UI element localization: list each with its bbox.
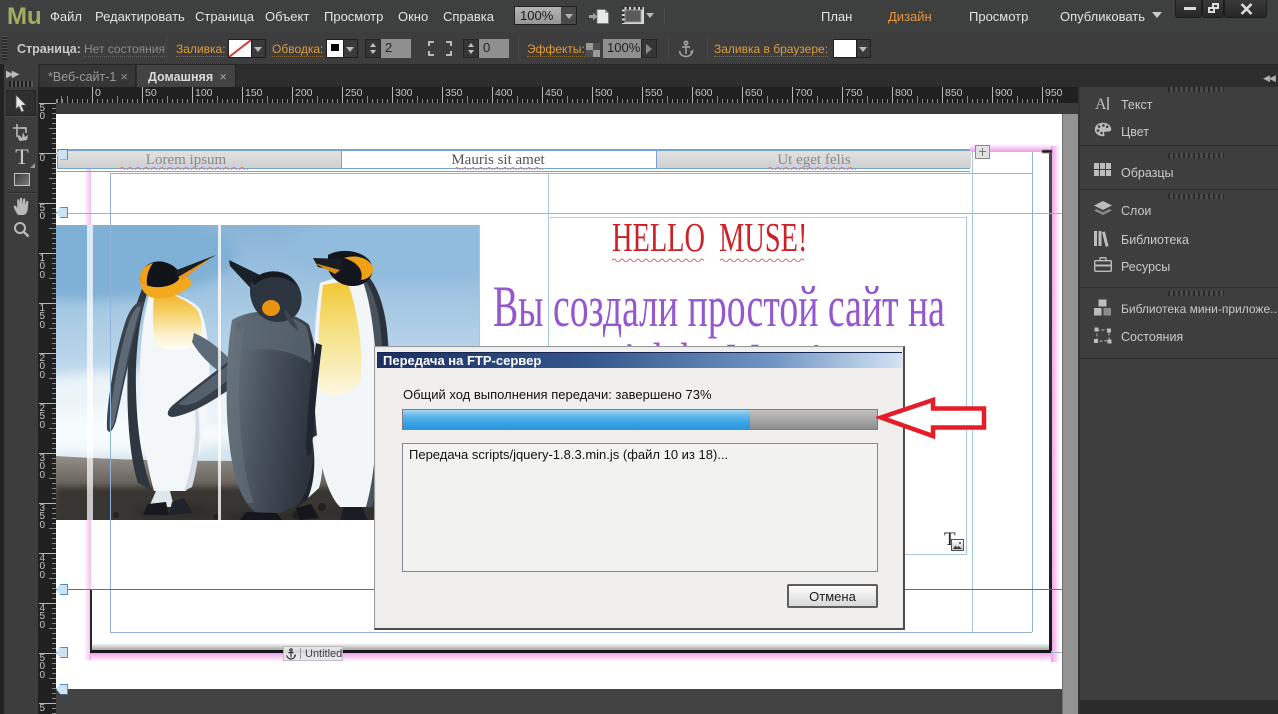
svg-text:A: A [1095, 96, 1107, 112]
